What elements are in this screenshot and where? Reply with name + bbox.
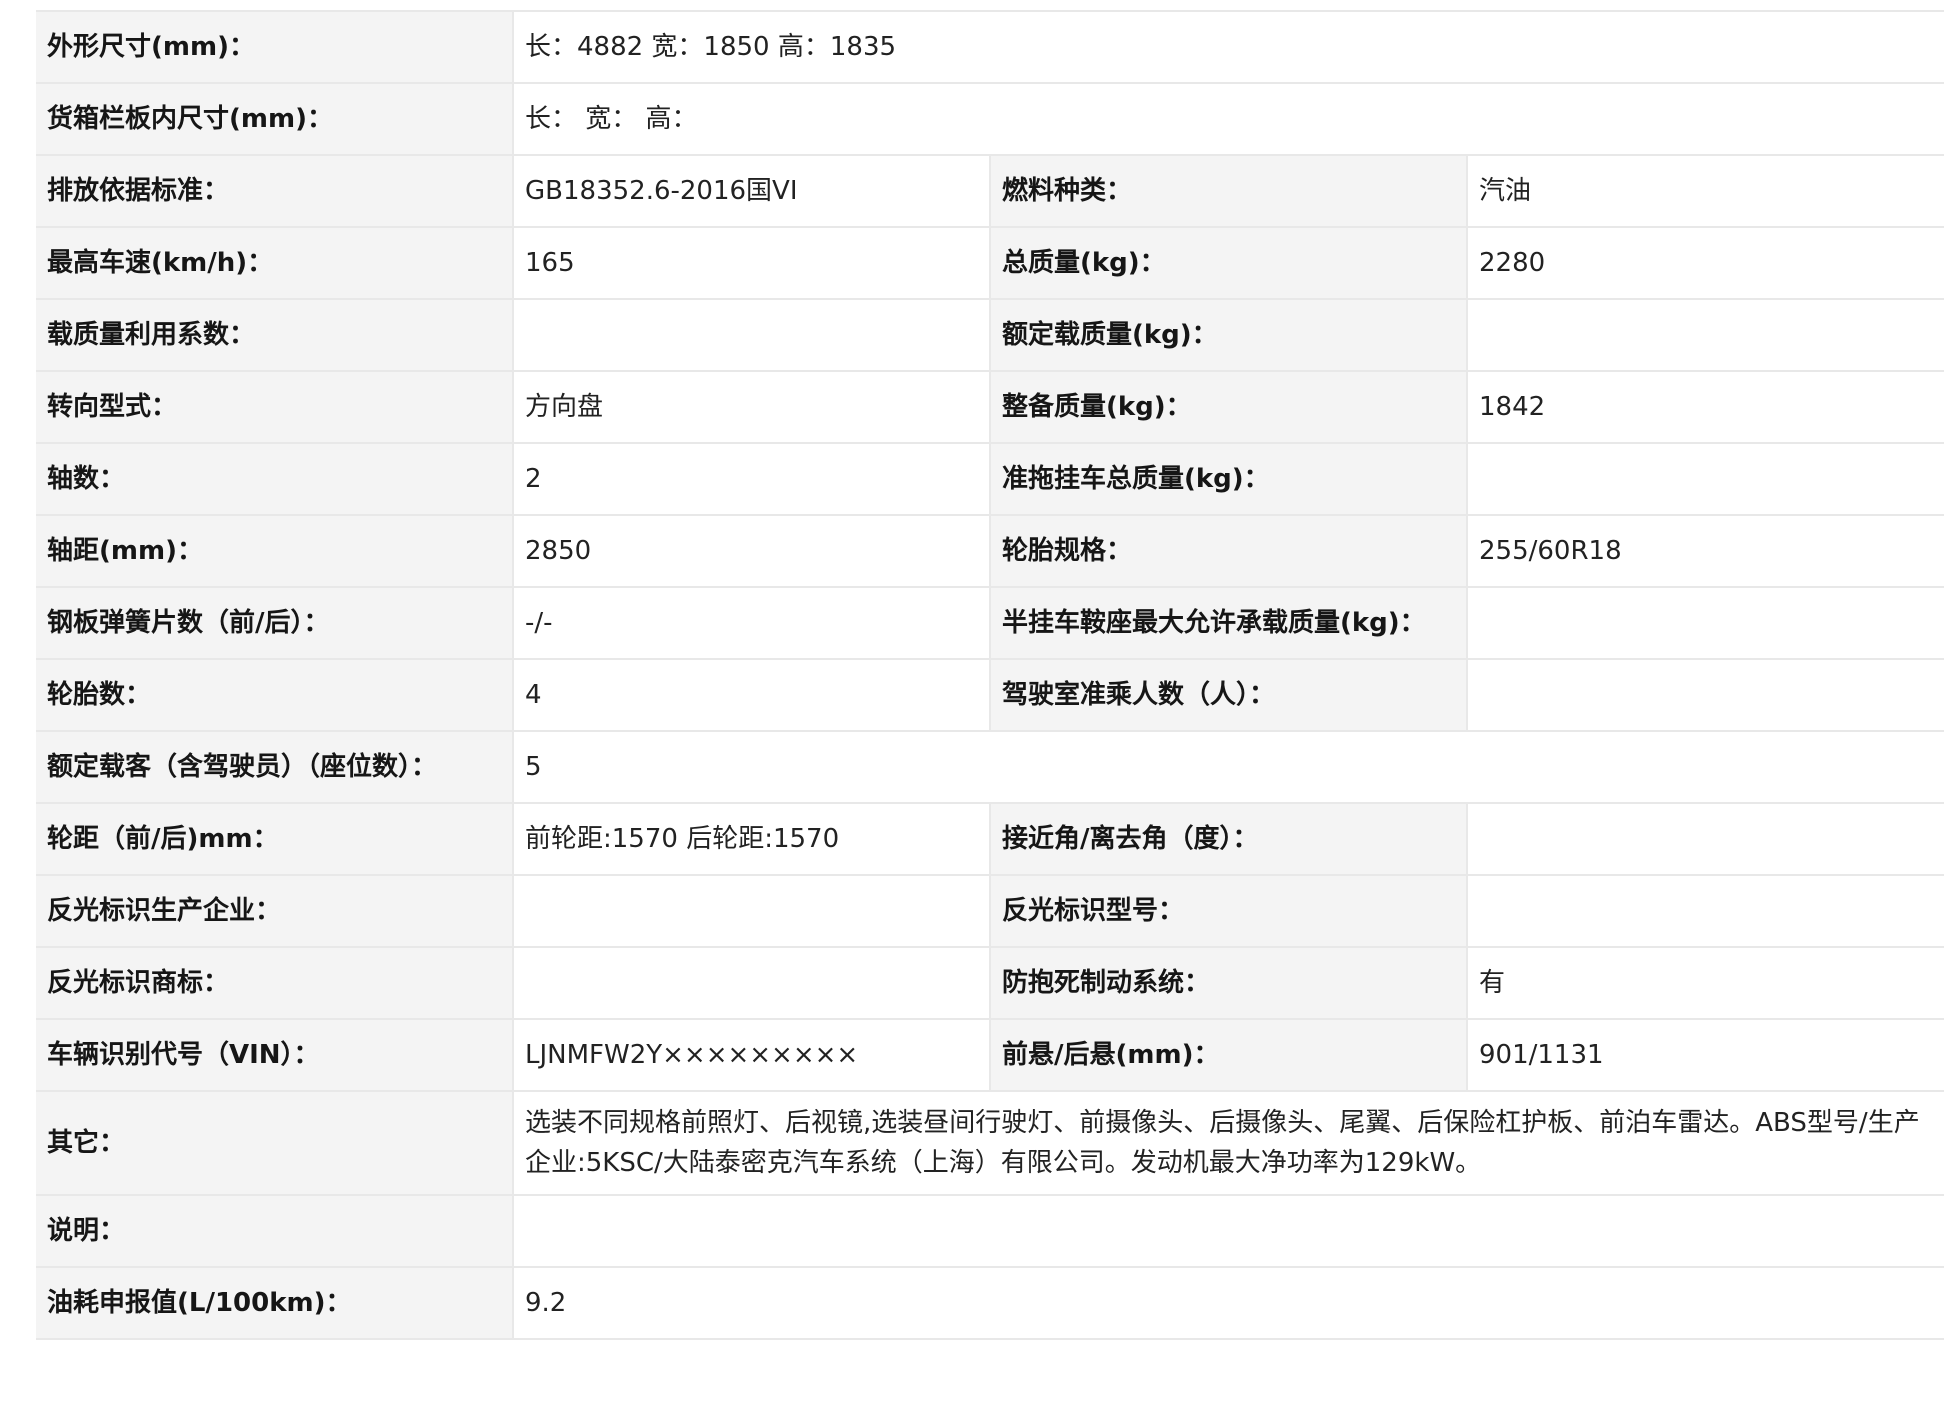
spec-label: 前悬/后悬(mm)： [989,1018,1467,1092]
spec-label: 反光标识商标： [36,946,513,1020]
spec-value: 汽油 [1465,154,1945,228]
spec-label: 外形尺寸(mm)： [36,10,513,84]
spec-value: 选装不同规格前照灯、后视镜,选装昼间行驶灯、前摄像头、后摄像头、尾翼、后保险杠护… [511,1090,1945,1196]
spec-value [1465,586,1945,660]
spec-row-axles: 轴数： 2 准拖挂车总质量(kg)： [36,442,1945,516]
spec-label: 载质量利用系数： [36,298,513,372]
spec-value [512,874,990,948]
spec-row-other: 其它： 选装不同规格前照灯、后视镜,选装昼间行驶灯、前摄像头、后摄像头、尾翼、后… [36,1090,1945,1196]
spec-value: 165 [512,226,990,300]
spec-value: 255/60R18 [1465,514,1945,588]
spec-value: 5 [511,730,1945,804]
spec-value [512,946,990,1020]
spec-label: 防抱死制动系统： [989,946,1467,1020]
spec-label: 轮胎规格： [989,514,1467,588]
vehicle-spec-table: 外形尺寸(mm)： 长：4882 宽：1850 高：1835 货箱栏板内尺寸(m… [36,10,1945,1340]
spec-label: 整备质量(kg)： [989,370,1467,444]
spec-row-reflector-maker: 反光标识生产企业： 反光标识型号： [36,874,1945,948]
spec-row-speed: 最高车速(km/h)： 165 总质量(kg)： 2280 [36,226,1945,300]
spec-value: 长： 宽： 高： [511,82,1945,156]
spec-label: 轮胎数： [36,658,513,732]
spec-value: LJNMFW2Y××××××××× [512,1018,990,1092]
spec-label: 额定载客（含驾驶员）（座位数）： [36,730,513,804]
spec-value: 2280 [1465,226,1945,300]
spec-value: 2 [512,442,990,516]
spec-label: 最高车速(km/h)： [36,226,513,300]
spec-value: 前轮距:1570 后轮距:1570 [512,802,990,876]
spec-label: 轴数： [36,442,513,516]
spec-value: GB18352.6-2016国VI [512,154,990,228]
spec-row-load-factor: 载质量利用系数： 额定载质量(kg)： [36,298,1945,372]
spec-label: 半挂车鞍座最大允许承载质量(kg)： [989,586,1467,660]
spec-row-reflector-brand: 反光标识商标： 防抱死制动系统： 有 [36,946,1945,1020]
spec-value: -/- [512,586,990,660]
spec-value [1465,802,1945,876]
spec-value [1465,658,1945,732]
spec-value [511,1194,1945,1268]
spec-label: 额定载质量(kg)： [989,298,1467,372]
spec-label: 说明： [36,1194,513,1268]
spec-row-wheelbase: 轴距(mm)： 2850 轮胎规格： 255/60R18 [36,514,1945,588]
spec-label: 接近角/离去角（度）： [989,802,1467,876]
spec-value: 方向盘 [512,370,990,444]
spec-label: 轴距(mm)： [36,514,513,588]
spec-row-cargo-box: 货箱栏板内尺寸(mm)： 长： 宽： 高： [36,82,1945,156]
spec-value: 9.2 [511,1266,1945,1340]
spec-row-dimensions: 外形尺寸(mm)： 长：4882 宽：1850 高：1835 [36,10,1945,84]
spec-label: 总质量(kg)： [989,226,1467,300]
spec-label: 燃料种类： [989,154,1467,228]
spec-label: 反光标识生产企业： [36,874,513,948]
spec-label: 排放依据标准： [36,154,513,228]
spec-label: 油耗申报值(L/100km)： [36,1266,513,1340]
spec-value [1465,874,1945,948]
spec-value: 4 [512,658,990,732]
spec-value: 901/1131 [1465,1018,1945,1092]
spec-value [512,298,990,372]
spec-label: 转向型式： [36,370,513,444]
spec-value: 1842 [1465,370,1945,444]
spec-row-fuel-consumption: 油耗申报值(L/100km)： 9.2 [36,1266,1945,1340]
spec-label: 反光标识型号： [989,874,1467,948]
spec-label: 货箱栏板内尺寸(mm)： [36,82,513,156]
spec-row-seats: 额定载客（含驾驶员）（座位数）： 5 [36,730,1945,804]
spec-value [1465,442,1945,516]
spec-value: 2850 [512,514,990,588]
spec-label: 轮距（前/后)mm： [36,802,513,876]
spec-row-notes: 说明： [36,1194,1945,1268]
spec-label: 钢板弹簧片数（前/后）： [36,586,513,660]
spec-label: 车辆识别代号（VIN）： [36,1018,513,1092]
spec-row-tire-count: 轮胎数： 4 驾驶室准乘人数（人）： [36,658,1945,732]
spec-value: 有 [1465,946,1945,1020]
spec-label: 驾驶室准乘人数（人）： [989,658,1467,732]
spec-row-emission: 排放依据标准： GB18352.6-2016国VI 燃料种类： 汽油 [36,154,1945,228]
spec-row-vin: 车辆识别代号（VIN）： LJNMFW2Y××××××××× 前悬/后悬(mm)… [36,1018,1945,1092]
spec-label: 其它： [36,1090,513,1196]
spec-value [1465,298,1945,372]
spec-value: 长：4882 宽：1850 高：1835 [511,10,1945,84]
spec-row-leaf-spring: 钢板弹簧片数（前/后）： -/- 半挂车鞍座最大允许承载质量(kg)： [36,586,1945,660]
spec-row-track: 轮距（前/后)mm： 前轮距:1570 后轮距:1570 接近角/离去角（度）： [36,802,1945,876]
spec-label: 准拖挂车总质量(kg)： [989,442,1467,516]
spec-row-steering: 转向型式： 方向盘 整备质量(kg)： 1842 [36,370,1945,444]
